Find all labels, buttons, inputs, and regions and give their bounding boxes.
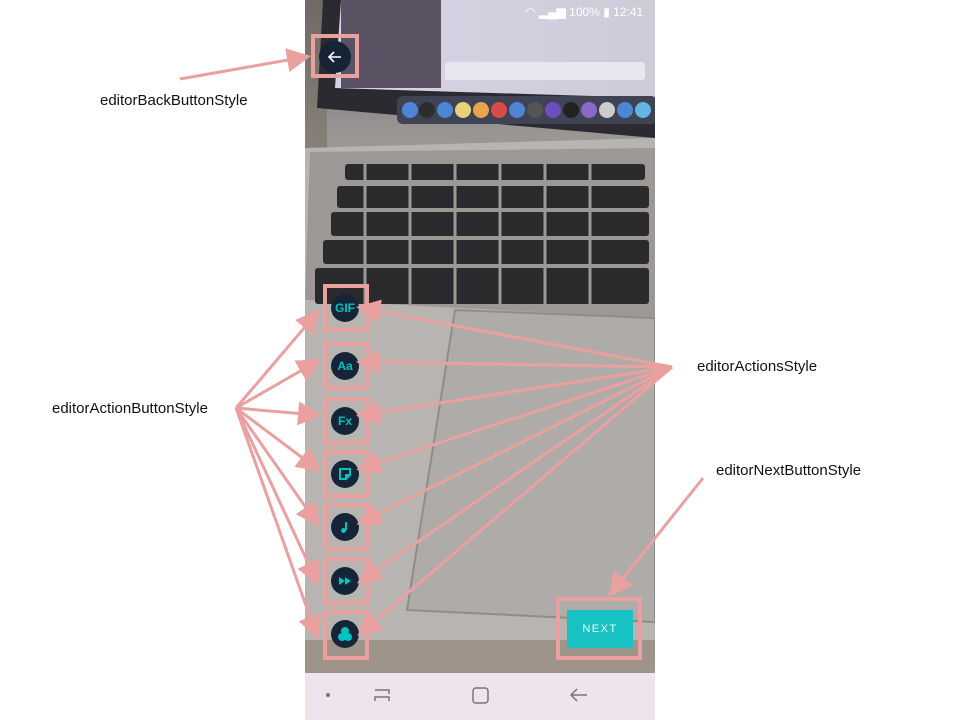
actions-arrow-6 bbox=[357, 365, 673, 584]
action-arrow-1 bbox=[234, 309, 320, 409]
next-arrow bbox=[608, 477, 705, 597]
action-arrow-7 bbox=[234, 407, 322, 640]
actions-arrow-1 bbox=[356, 299, 673, 369]
annotation-arrows bbox=[179, 48, 705, 640]
action-arrow-6 bbox=[234, 407, 320, 586]
action-arrow-5 bbox=[234, 407, 320, 527]
actions-arrow-4 bbox=[356, 365, 673, 474]
action-arrow-3 bbox=[235, 401, 322, 426]
action-arrow-2 bbox=[235, 359, 322, 410]
actions-arrow-2 bbox=[356, 350, 673, 375]
back-arrow bbox=[179, 48, 311, 81]
